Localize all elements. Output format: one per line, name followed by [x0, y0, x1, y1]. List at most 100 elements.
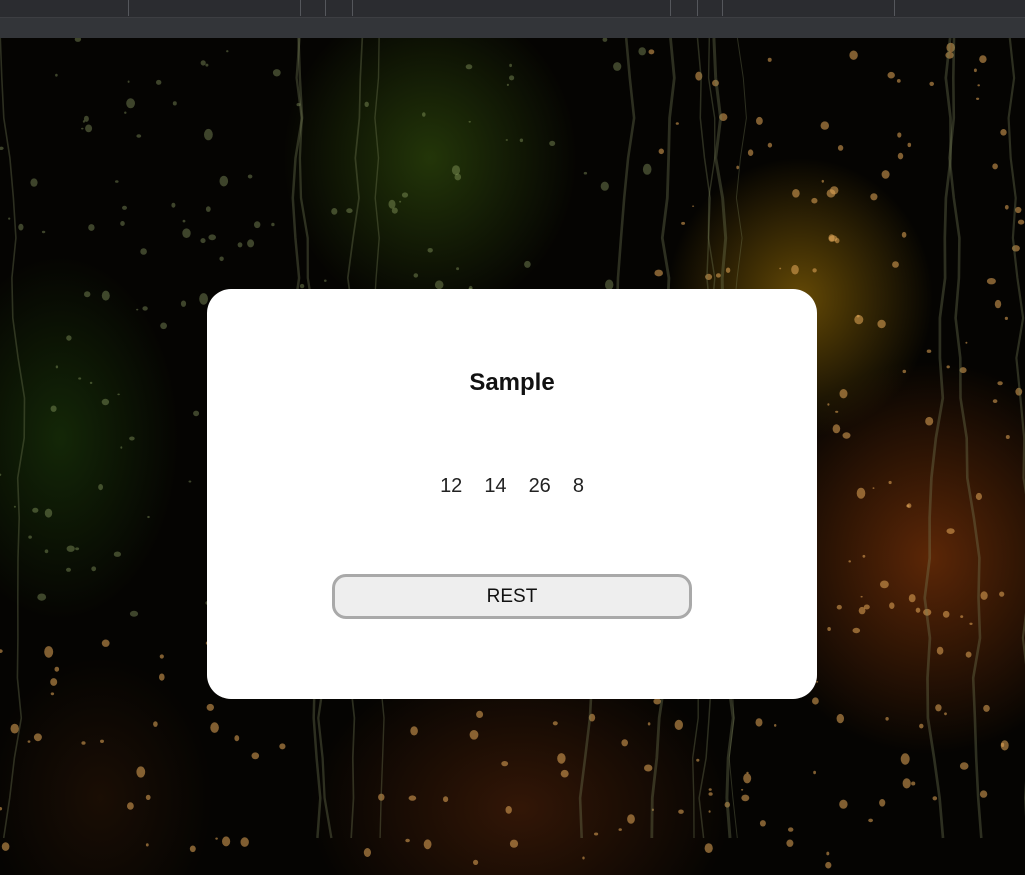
raindrop [860, 595, 863, 598]
raindrop [621, 739, 628, 747]
raindrop [1001, 742, 1005, 748]
raindrop [747, 149, 754, 156]
raindrop [880, 580, 889, 589]
raindrop [613, 62, 622, 71]
raindrop [66, 335, 72, 341]
raindrop [820, 121, 829, 130]
raindrop [600, 181, 609, 191]
rain-background: Sample 12 14 26 8 REST [0, 38, 1025, 875]
raindrop [767, 142, 773, 148]
raindrop [557, 753, 566, 764]
raindrop [696, 758, 700, 762]
rain-streak [923, 38, 953, 839]
raindrop [708, 810, 711, 813]
raindrop [1, 842, 10, 851]
raindrop [973, 68, 977, 73]
raindrop [946, 528, 955, 534]
raindrop [868, 818, 873, 823]
raindrop [965, 341, 968, 344]
raindrop [200, 238, 206, 244]
rest-button[interactable]: REST [332, 574, 692, 619]
toolbar-divider [697, 0, 698, 16]
raindrop [101, 398, 110, 406]
raindrop [560, 769, 569, 778]
raindrop [388, 199, 396, 209]
raindrop [983, 704, 990, 712]
raindrop [741, 794, 750, 802]
raindrop [331, 208, 338, 215]
raindrop [994, 299, 1002, 309]
raindrop [858, 606, 866, 615]
raindrop [936, 646, 944, 655]
raindrop [254, 221, 261, 229]
raindrop [969, 622, 973, 625]
raindrop [147, 515, 150, 519]
raindrop [136, 134, 142, 138]
raindrop [888, 480, 892, 485]
raindrop [55, 73, 58, 77]
raindrop [944, 712, 947, 716]
raindrop [205, 206, 211, 212]
raindrop [401, 192, 409, 198]
raindrop [887, 71, 895, 79]
raindrop [78, 377, 82, 380]
raindrop [456, 267, 460, 271]
raindrop [171, 202, 176, 208]
raindrop [856, 487, 866, 499]
raindrop [423, 839, 432, 850]
raindrop [986, 278, 996, 285]
raindrop [32, 507, 39, 513]
raindrop [618, 828, 622, 831]
raindrop [120, 221, 125, 226]
raindrop [929, 81, 934, 86]
raindrop [247, 239, 255, 248]
raindrop [219, 256, 224, 262]
raindrop [896, 79, 901, 83]
raindrop [145, 843, 149, 847]
raindrop [736, 165, 740, 170]
raindrop [692, 205, 695, 207]
raindrop [219, 175, 229, 187]
raindrop [907, 142, 912, 148]
raindrop [101, 639, 110, 647]
raindrop [66, 567, 71, 572]
raindrop [925, 416, 934, 426]
raindrop [836, 713, 844, 724]
raindrop [999, 591, 1005, 597]
raindrop [156, 79, 162, 85]
raindrop [451, 165, 461, 175]
raindrop [786, 839, 794, 847]
raindrop [942, 610, 950, 618]
raindrop [681, 221, 686, 225]
raindrop [524, 260, 531, 268]
raindrop [30, 178, 38, 187]
raindrop [825, 861, 832, 869]
toolbar-divider [894, 0, 895, 16]
raindrop [55, 365, 59, 369]
raindrop [84, 291, 91, 298]
raindrop [678, 809, 684, 814]
raindrop [113, 551, 121, 557]
raindrop [74, 38, 82, 42]
toolbar-divider [325, 0, 326, 16]
raindrop [247, 174, 253, 179]
raindrop [854, 315, 864, 325]
raindrop [153, 721, 158, 727]
raindrop [206, 703, 214, 711]
raindrop [506, 83, 509, 86]
raindrop [992, 399, 998, 403]
raindrop [902, 369, 907, 374]
raindrop [849, 50, 858, 60]
raindrop [129, 610, 139, 617]
raindrop [872, 487, 875, 489]
raindrop [1000, 129, 1007, 136]
raindrop [767, 57, 772, 62]
raindrop [885, 717, 889, 721]
raindrop [658, 148, 664, 155]
raindrop [160, 322, 168, 330]
raindrop [889, 602, 895, 609]
raindrop [654, 269, 663, 277]
raindrop [826, 189, 836, 198]
raindrop [91, 566, 97, 572]
raindrop [199, 293, 209, 305]
